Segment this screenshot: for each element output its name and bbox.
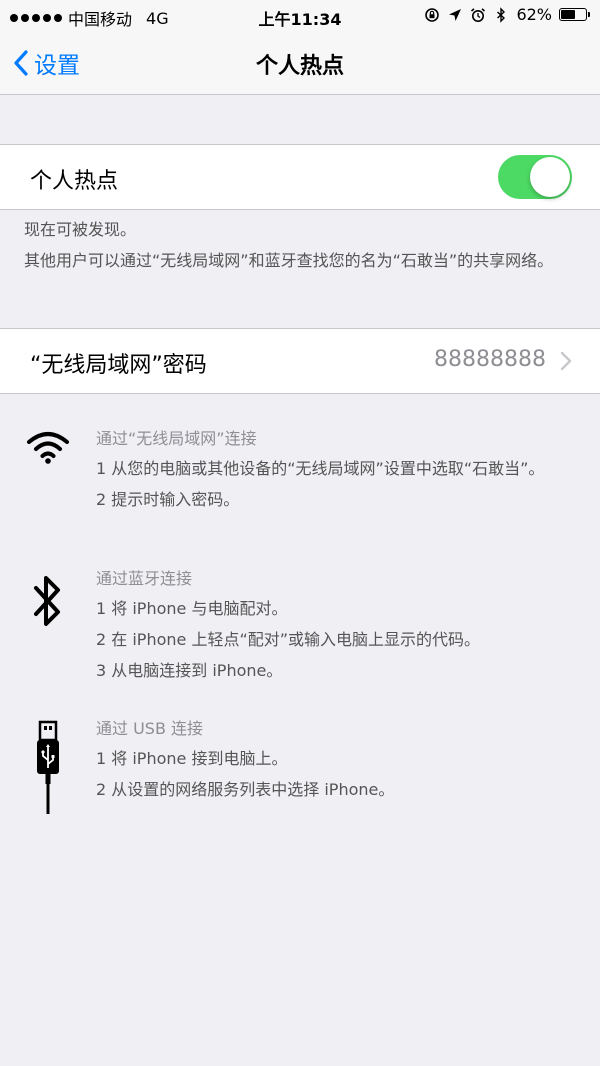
rotation-lock-icon [425,7,440,22]
wifi-icon [27,432,69,464]
page-title: 个人热点 [255,54,344,79]
help-usb-step: 2 从设置的网络服务列表中选择 iPhone。 [96,780,395,799]
help-wifi-step: 1 从您的电脑或其他设备的“无线局域网”设置中选取“石敢当”。 [96,459,545,478]
hotspot-toggle-cell: 个人热点 [0,144,600,210]
help-usb-step: 1 将 iPhone 接到电脑上。 [96,749,288,768]
hotspot-toggle-switch[interactable] [498,155,572,199]
hotspot-description: 其他用户可以通过“无线局域网”和蓝牙查找您的名为“石敢当”的共享网络。 [24,251,554,270]
help-usb-section: 通过 USB 连接 1 将 iPhone 接到电脑上。 2 从设置的网络服务列表… [96,718,576,802]
help-wifi-step: 2 提示时输入密码。 [96,490,240,509]
chevron-right-icon [560,351,572,371]
bluetooth-status-icon [497,6,506,23]
help-bluetooth-step: 2 在 iPhone 上轻点“配对”或输入电脑上显示的代码。 [96,630,481,649]
discoverable-status: 现在可被发现。 [24,220,137,239]
alarm-clock-icon [471,7,486,22]
help-bluetooth-section: 通过蓝牙连接 1 将 iPhone 与电脑配对。 2 在 iPhone 上轻点“… [96,568,576,683]
help-wifi-section: 通过“无线局域网”连接 1 从您的电脑或其他设备的“无线局域网”设置中选取“石敢… [96,428,576,512]
help-bluetooth-title: 通过蓝牙连接 [96,569,193,588]
usb-cable-icon [37,720,59,814]
battery-icon [559,8,590,21]
help-bluetooth-step: 3 从电脑连接到 iPhone。 [96,661,283,680]
toggle-knob [530,157,570,197]
status-right: 62% [424,5,590,24]
bluetooth-icon [34,576,60,626]
hotspot-toggle-label: 个人热点 [30,169,119,194]
status-bar: 中国移动 4G 上午11:34 62% [0,0,600,32]
navigation-bar: 设置 个人热点 [0,32,600,95]
help-usb-title: 通过 USB 连接 [96,719,204,738]
battery-percent: 62% [516,5,552,24]
help-bluetooth-step: 1 将 iPhone 与电脑配对。 [96,599,288,618]
location-arrow-icon [449,8,462,21]
battery-level-fill [561,10,575,19]
wifi-password-value: 88888888 [434,347,546,372]
wifi-password-cell[interactable]: “无线局域网”密码 88888888 [0,328,600,394]
wifi-password-label: “无线局域网”密码 [30,353,207,378]
help-wifi-title: 通过“无线局域网”连接 [96,429,257,448]
